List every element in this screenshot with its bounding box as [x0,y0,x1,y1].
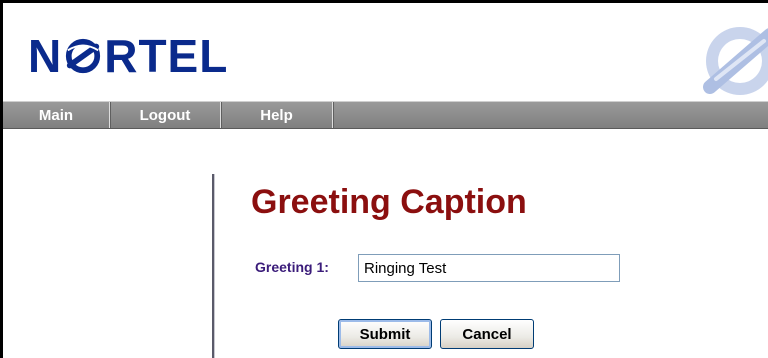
nortel-logo: N RTEL [28,31,228,81]
globe-watermark-icon [703,27,768,95]
greeting-1-input[interactable] [358,254,620,282]
nortel-o-globe-icon [66,38,101,74]
header: N RTEL [3,3,768,100]
nav-main[interactable]: Main [3,102,110,128]
cancel-button[interactable]: Cancel [440,319,534,349]
greeting-1-label: Greeting 1: [255,259,329,275]
submit-button[interactable]: Submit [338,319,432,349]
page-title: Greeting Caption [251,183,527,221]
logo-letters-rtel: RTEL [104,30,229,82]
left-panel-divider-shade [214,174,215,358]
nav-logout[interactable]: Logout [110,102,221,128]
nav-help[interactable]: Help [221,102,333,128]
logo-letter-n: N [28,30,63,82]
nav-bar: Main Logout Help [3,101,768,129]
